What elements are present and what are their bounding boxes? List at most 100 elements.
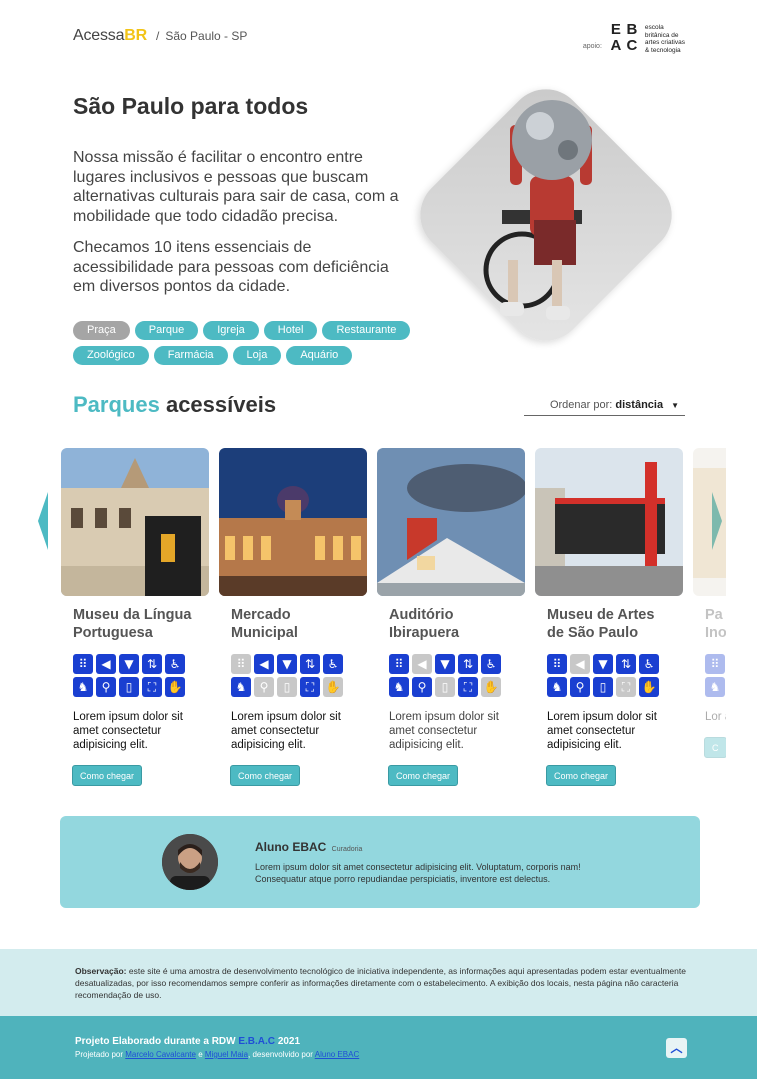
door-icon: ▯	[435, 677, 455, 697]
place-description: Lorem ipsum dolor sit amet consectetur a…	[73, 711, 183, 751]
place-card: Museu da Língua Portuguesa ⠿ ◀ ▼ ⇅ ♿ ♞ ⚲ ▯ ⛶ ✋ Lor…	[61, 448, 211, 786]
avatar-shirt	[170, 876, 210, 890]
sort-dropdown[interactable]: Ordenar por: distância ▼	[524, 399, 685, 416]
braille-icon: ⠿	[547, 654, 567, 674]
directions-button[interactable]: Como chegar	[388, 765, 459, 786]
leg-shape	[552, 260, 562, 312]
credits-mid: , desenvolvido por	[248, 1050, 313, 1059]
place-photo[interactable]	[61, 448, 209, 596]
audio-icon: ◀	[254, 654, 274, 674]
ramp-icon: ⛶	[142, 677, 162, 697]
photo-window	[119, 508, 131, 528]
filter-tag-farmacia[interactable]: Farmácia	[153, 346, 228, 365]
author-link-1[interactable]: Marcelo Cavalcante	[125, 1050, 196, 1059]
ramp-icon: ⛶	[300, 677, 320, 697]
photo-building	[693, 468, 726, 578]
ramp-icon: ⛶	[458, 677, 478, 697]
braille-icon: ⠿	[231, 654, 251, 674]
accessibility-icons: ⠿◀▼⇅♿♞⚲▯⛶✋	[705, 654, 726, 697]
place-name-line: Museu da Língua	[73, 607, 192, 623]
disclaimer-label: Observação:	[75, 966, 127, 976]
disco-ball-highlight	[526, 112, 554, 140]
filter-tag-restaurante[interactable]: Restaurante	[322, 321, 411, 340]
photo-sign-mark	[161, 534, 175, 562]
breadcrumb-separator: /	[156, 29, 160, 43]
directions-button[interactable]: Como chegar	[546, 765, 617, 786]
photo-window	[333, 536, 343, 560]
braille-icon: ⠿	[705, 654, 725, 674]
place-name[interactable]: Pa Ino	[705, 606, 726, 642]
carousel-prev-button[interactable]	[38, 492, 48, 550]
place-description: Lor am adip	[705, 711, 726, 723]
author-link-2[interactable]: Miguel Maia	[205, 1050, 248, 1059]
photo-window	[225, 536, 235, 560]
mission-text: Nossa missão é facilitar o encontro entr…	[73, 149, 399, 225]
ramp-icon: ⛶	[616, 677, 636, 697]
accessibility-icons: ⠿◀▼⇅♿♞⚲▯⛶✋	[389, 654, 527, 697]
disco-ball-shadow	[558, 140, 578, 160]
photo-ground	[377, 583, 525, 596]
wheelchair-icon: ♿	[481, 654, 501, 674]
directions-button[interactable]: C	[704, 737, 726, 758]
place-name[interactable]: Museu de Artes de São Paulo	[547, 606, 685, 642]
place-name[interactable]: Auditório Ibirapuera	[389, 606, 527, 642]
place-description: Lorem ipsum dolor sit amet consectetur a…	[547, 711, 657, 751]
place-photo[interactable]	[535, 448, 683, 596]
ebac-logo: E B A C	[608, 22, 640, 54]
accessibility-icons: ⠿◀▼⇅♿♞⚲▯⛶✋	[231, 654, 369, 697]
directions-button[interactable]: Como chegar	[230, 765, 301, 786]
filter-tag-loja[interactable]: Loja	[232, 346, 282, 365]
filter-tag-parque[interactable]: Parque	[134, 321, 199, 340]
filter-tag-hotel[interactable]: Hotel	[263, 321, 318, 340]
chevron-down-icon: ▼	[671, 401, 679, 410]
photo-window	[71, 508, 83, 528]
place-photo[interactable]	[377, 448, 525, 596]
curator-photo	[162, 834, 218, 890]
place-name-line: Auditório	[389, 607, 454, 623]
site-header: AcessaBR / São Paulo - SP	[73, 27, 247, 45]
back-to-top-button[interactable]: ︿	[666, 1038, 687, 1058]
avatar	[162, 834, 218, 890]
sign-language-icon: ✋	[323, 677, 343, 697]
disclaimer-band: Observação: este site é uma amostra de d…	[0, 949, 757, 1016]
place-name[interactable]: Museu da Língua Portuguesa	[73, 606, 211, 642]
filter-tag-praca[interactable]: Praça	[73, 321, 130, 340]
hero-image	[483, 100, 592, 320]
filter-tag-igreja[interactable]: Igreja	[203, 321, 259, 340]
museu-lingua-photo	[61, 448, 209, 596]
section-title: Parques acessíveis	[73, 392, 276, 418]
braille-icon: ⠿	[73, 654, 93, 674]
walking-cane-icon: ⚲	[96, 677, 116, 697]
walking-cane-icon: ⚲	[412, 677, 432, 697]
brand-logo[interactable]: AcessaBR	[73, 27, 147, 45]
directions-button[interactable]: Como chegar	[72, 765, 143, 786]
toilet-icon: ▼	[593, 654, 613, 674]
photo-window	[351, 536, 361, 560]
place-name-line: de São Paulo	[547, 625, 639, 641]
photo-ground	[219, 576, 367, 596]
guide-dog-icon: ♞	[231, 677, 251, 697]
disclaimer-text: Observação: este site é uma amostra de d…	[75, 965, 700, 1001]
photo-window	[95, 508, 107, 528]
place-photo[interactable]	[219, 448, 367, 596]
accessibility-icons: ⠿◀▼⇅♿♞⚲▯⛶✋	[547, 654, 685, 697]
disclaimer-body: este site é uma amostra de desenvolvimen…	[75, 966, 686, 1000]
wheelchair-icon: ♿	[323, 654, 343, 674]
footer-year: 2021	[277, 1036, 301, 1047]
place-photo[interactable]	[693, 448, 726, 596]
curator-name: Aluno EBAC Curadoria	[255, 840, 362, 854]
wheelchair-icon: ♿	[165, 654, 185, 674]
place-card: Auditório Ibirapuera ⠿ ◀ ▼ ⇅ ♿ ♞ ⚲ ▯ ⛶ ✋ Lorem ips…	[377, 448, 527, 786]
sponsor[interactable]: apoio: E B A C escola britânica de artes…	[583, 22, 685, 54]
filter-tag-zoologico[interactable]: Zoológico	[73, 346, 149, 365]
carousel-overflow: Pa Ino ⠿◀▼⇅♿♞⚲▯⛶✋ Lor am adip C	[693, 448, 726, 788]
sign-language-icon: ✋	[165, 677, 185, 697]
place-description: Lorem ipsum dolor sit amet consectetur a…	[389, 711, 499, 751]
developer-link[interactable]: Aluno EBAC	[315, 1050, 359, 1059]
place-name-line: Portuguesa	[73, 625, 153, 641]
section-title-highlight: Parques	[73, 392, 160, 417]
breadcrumb-city[interactable]: São Paulo - SP	[165, 29, 247, 43]
footer-ebac-link[interactable]: E.B.A.C	[238, 1036, 275, 1047]
filter-tag-aquario[interactable]: Aquário	[286, 346, 353, 365]
place-name[interactable]: Mercado Municipal	[231, 606, 369, 642]
